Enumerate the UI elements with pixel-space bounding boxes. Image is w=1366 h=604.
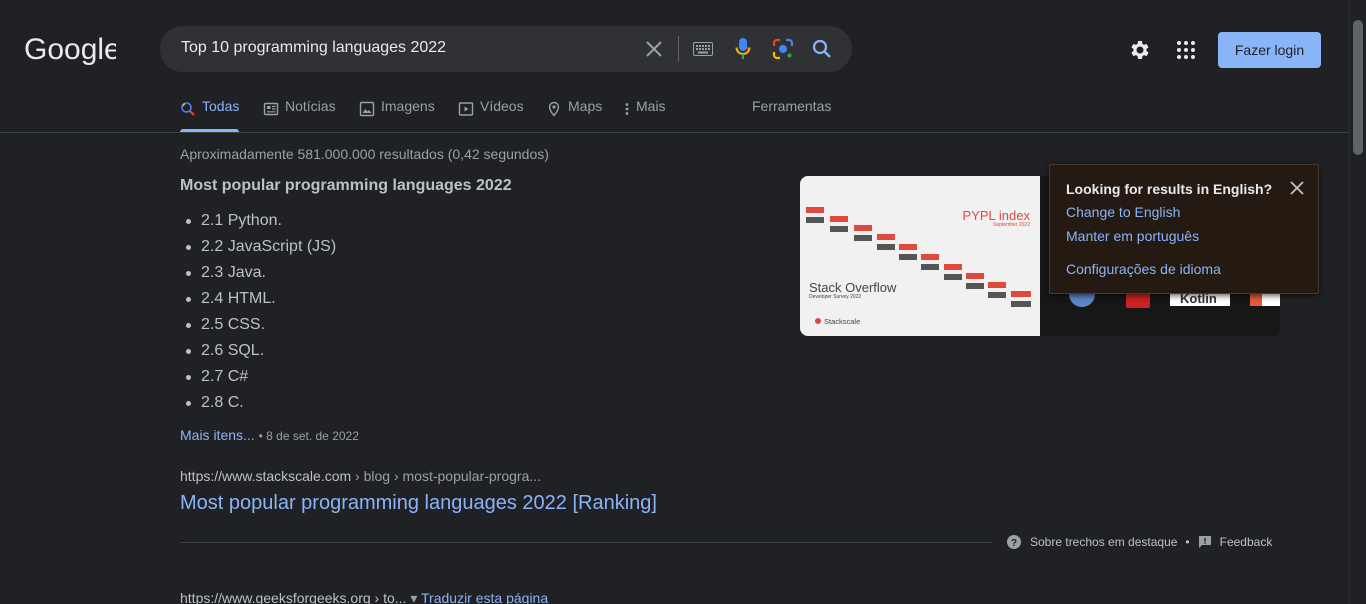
tab-label: Vídeos [480,98,524,114]
featured-snippet-list: 2.1 Python. 2.2 JavaScript (JS) 2.3 Java… [180,208,336,416]
result-title-link[interactable]: Most popular programming languages 2022 … [180,492,657,515]
camera-lens-icon[interactable] [771,37,795,61]
page-scrollbar[interactable] [1349,0,1366,604]
ranking-infographic-image[interactable]: PYPL index September 2022 Stack Overflow… [800,176,1040,336]
tab-all[interactable]: Todas [180,98,240,132]
snippet-divider [180,542,992,543]
featured-snippet-title: Most popular programming languages 2022 [180,177,512,194]
about-snippets-link[interactable]: Sobre trechos em destaque [1030,535,1177,549]
more-items-row: Mais itens... • 8 de set. de 2022 [180,427,359,443]
tab-images[interactable]: Imagens [359,98,435,132]
pypl-title: PYPL index [963,208,1031,223]
list-item: 2.1 Python. [180,208,336,234]
so-subtitle: Developer Survey 2022 [809,294,861,300]
tab-label: Imagens [381,98,435,114]
clear-icon[interactable] [642,37,666,61]
tab-label: Todas [202,98,240,114]
list-item: 2.6 SQL. [180,338,336,364]
next-result-url[interactable]: https://www.geeksforgeeks.org › to... ▾ … [180,590,548,604]
more-vert-icon [624,101,630,117]
image-icon [359,101,375,117]
tab-label: Mais [636,98,666,114]
url-path: › to... [370,590,407,604]
google-logo[interactable]: Google [24,32,116,66]
search-icon[interactable] [810,37,834,61]
list-item: 2.2 JavaScript (JS) [180,234,336,260]
snippet-footer: ? Sobre trechos em destaque • Feedback [1006,534,1272,550]
language-settings-link[interactable]: Configurações de idioma [1066,261,1221,277]
video-play-icon [458,101,474,117]
microphone-icon[interactable] [731,37,755,61]
url-domain: https://www.stackscale.com [180,468,352,484]
so-title: Stack Overflow [809,280,897,295]
stackscale-logo-icon [815,318,821,324]
tab-videos[interactable]: Vídeos [458,98,524,132]
more-items-link[interactable]: Mais itens... [180,427,255,443]
result-url[interactable]: https://www.stackscale.com › blog › most… [180,468,541,484]
logo-text: Google [24,33,116,66]
google-results-page: Google Top 10 programming languages 2022… [0,0,1366,604]
feedback-link[interactable]: Feedback [1220,535,1273,549]
close-icon[interactable] [1290,181,1304,195]
keep-portuguese-link[interactable]: Manter em português [1066,228,1199,244]
tab-tools[interactable]: Ferramentas [752,98,831,132]
help-icon: ? [1007,535,1021,549]
keyboard-icon[interactable] [691,37,715,61]
search-separator [678,36,679,62]
popup-title: Looking for results in English? [1066,181,1273,197]
search-input[interactable]: Top 10 programming languages 2022 [181,39,446,57]
tab-more[interactable]: Mais [624,98,666,132]
login-button[interactable]: Fazer login [1218,32,1321,68]
change-to-english-link[interactable]: Change to English [1066,204,1180,220]
url-domain: https://www.geeksforgeeks.org [180,590,371,604]
tab-label: Maps [568,98,603,114]
tabs-divider [0,132,1349,133]
snippet-date: 8 de set. de 2022 [266,429,359,443]
apps-grid-icon[interactable] [1174,38,1198,62]
newspaper-icon [263,101,279,117]
tab-label: Ferramentas [752,98,832,114]
tab-maps[interactable]: Maps [546,98,602,132]
stackscale-brand: Stackscale [824,317,860,326]
feedback-icon [1198,536,1211,548]
list-item: 2.4 HTML. [180,286,336,312]
svg-text:?: ? [1011,538,1017,549]
map-pin-icon [546,101,562,117]
tab-label: Notícias [285,98,336,114]
scrollbar-thumb[interactable] [1353,20,1363,155]
list-item: 2.7 C# [180,364,336,390]
translate-page-link[interactable]: Traduzir esta página [421,590,548,604]
language-suggestion-popup: Looking for results in English? Change t… [1049,164,1319,294]
tab-news[interactable]: Notícias [263,98,336,132]
list-item: 2.3 Java. [180,260,336,286]
result-stats: Aproximadamente 581.000.000 resultados (… [180,146,549,162]
search-icon [180,101,196,117]
list-item: 2.8 C. [180,390,336,416]
search-box[interactable]: Top 10 programming languages 2022 [160,26,852,72]
settings-gear-icon[interactable] [1128,38,1152,62]
list-item: 2.5 CSS. [180,312,336,338]
pypl-subtitle: September 2022 [993,222,1030,228]
url-path: › blog › most-popular-progra... [351,468,542,484]
